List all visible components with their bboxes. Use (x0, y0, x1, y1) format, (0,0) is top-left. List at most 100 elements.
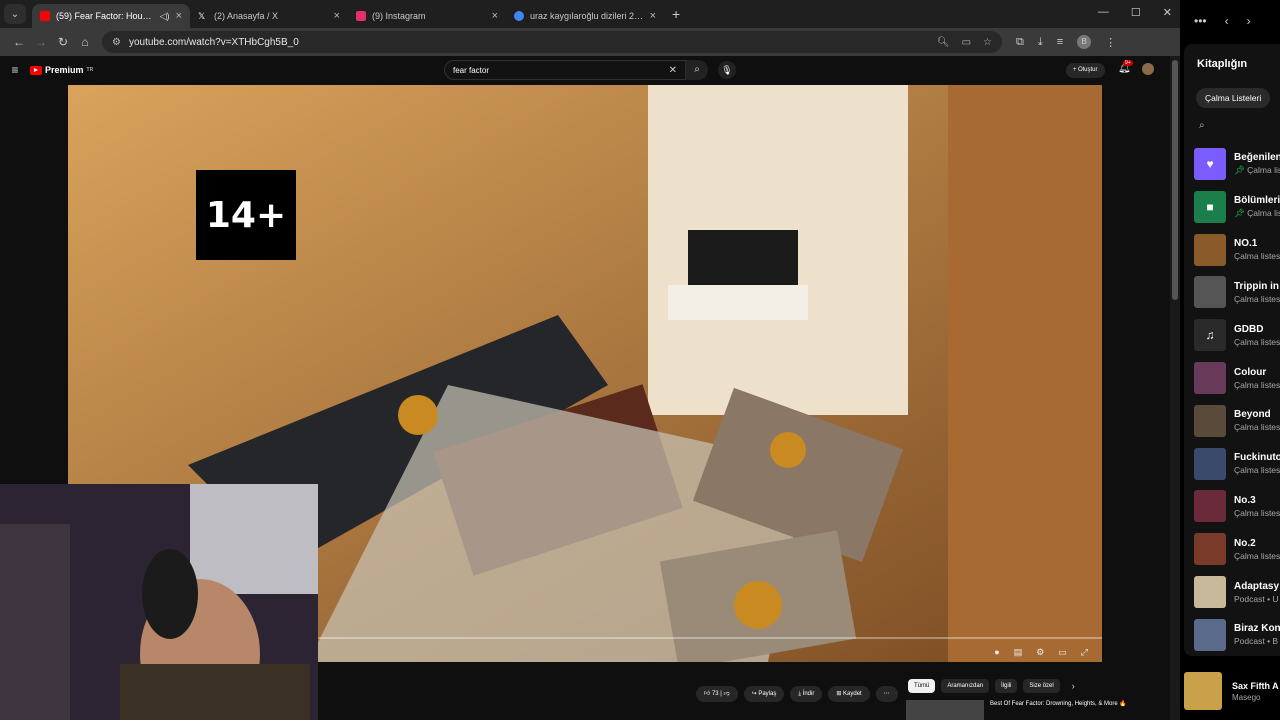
tab-x[interactable]: 𝕏 (2) Anasayfa / X × (190, 4, 348, 28)
chip-all[interactable]: Tümü (908, 679, 936, 693)
library-item-subtitle: 📌︎ Çalma listesi (1234, 208, 1280, 219)
library-item[interactable]: NO.1 Çalma listesi (1194, 232, 1280, 268)
library-item-name: NO.1 (1234, 238, 1258, 250)
library-item-type: Çalma listesi (1234, 379, 1280, 390)
media-control-icon[interactable]: ≡ (1057, 36, 1063, 48)
close-window-icon[interactable]: ✕ (1163, 6, 1172, 19)
like-button[interactable]: 👍︎ 73 | 👎︎ (696, 686, 738, 702)
recommended-video[interactable]: Best Of Fear Factor: Drowning, Heights, … (906, 700, 1127, 720)
fullscreen-icon[interactable]: ⤢ (1081, 647, 1088, 658)
library-item-type: Çalma listesi (1234, 336, 1280, 347)
search-input[interactable]: fear factor ✕ (444, 60, 686, 80)
youtube-logo[interactable]: Premium TR (30, 65, 93, 75)
library-item-name: Beyond (1234, 409, 1271, 421)
profile-avatar[interactable]: B (1077, 35, 1092, 49)
share-button[interactable]: ↪ Paylaş (743, 686, 785, 702)
recommended-thumbnail[interactable] (906, 700, 984, 720)
spotify-app: ••• ‹ › Kitaplığın Çalma Listeleri ⌕ ♥ Be… (1180, 0, 1280, 720)
tab-youtube[interactable]: (59) Fear Factor: House of F ◁) × (32, 4, 190, 28)
forward-icon[interactable]: → (30, 35, 52, 49)
bookmark-star-icon[interactable]: ☆ (983, 37, 992, 48)
autoplay-icon[interactable]: ● (994, 647, 999, 658)
new-tab-button[interactable]: + (672, 6, 680, 22)
chip-from-search[interactable]: Aramanızdan (941, 679, 990, 693)
library-item[interactable]: ♫ GDBD Çalma listesi (1194, 317, 1280, 353)
library-item-type: Çalma listesi (1234, 465, 1280, 476)
forward-arrow-icon[interactable]: › (1247, 14, 1251, 28)
window-controls: — ☐ ✕ (1098, 6, 1172, 19)
tab-title: (59) Fear Factor: House of F (56, 11, 156, 21)
tab-google[interactable]: uraz kaygılaroğlu dizileri 2026 × (506, 4, 664, 28)
library-item[interactable]: Adaptasy Podcast • U (1194, 574, 1280, 610)
settings-gear-icon[interactable]: ⚙ (1036, 647, 1044, 658)
hamburger-menu-icon[interactable]: ≡ (0, 63, 30, 77)
brand-text: Premium (45, 65, 84, 75)
extensions-icon[interactable]: ⧉ (1016, 36, 1024, 49)
cast-icon[interactable]: ▭ (962, 37, 971, 48)
maximize-icon[interactable]: ☐ (1131, 6, 1141, 19)
zoom-icon[interactable]: 🔍︎ (937, 37, 950, 48)
chip-related[interactable]: İlgili (995, 679, 1018, 693)
spotify-library: Kitaplığın Çalma Listeleri ⌕ ♥ Beğenilen 📌… (1184, 44, 1280, 656)
back-arrow-icon[interactable]: ‹ (1225, 14, 1229, 28)
reload-icon[interactable]: ↻ (52, 35, 74, 49)
download-icon[interactable]: ⤓ (1038, 36, 1043, 49)
library-item[interactable]: Biraz Kon Podcast • B (1194, 617, 1280, 653)
library-title[interactable]: Kitaplığın (1197, 58, 1247, 70)
library-item[interactable]: Trippin in Çalma listesi (1194, 274, 1280, 310)
theater-mode-icon[interactable]: ▭ (1058, 647, 1067, 658)
address-toolbar: ← → ↻ ⌂ ⚙ youtube.com/watch?v=XTHbCgh5B_… (0, 28, 1180, 56)
tab-title: (2) Anasayfa / X (214, 11, 279, 21)
voice-search-icon[interactable]: 🎙︎ (718, 61, 736, 79)
home-icon[interactable]: ⌂ (74, 35, 96, 49)
more-actions-button[interactable]: ⋯ (875, 686, 898, 702)
video-actions-area: 👍︎ 73 | 👎︎ ↪ Paylaş ⤓ İndir ⊞ Kaydet ⋯ T… (318, 662, 1170, 720)
library-item-subtitle: Çalma listesi (1234, 337, 1280, 347)
library-item[interactable]: No.2 Çalma listesi (1194, 531, 1280, 567)
library-item[interactable]: Colour Çalma listesi (1194, 360, 1280, 396)
download-button[interactable]: ⤓ İndir (790, 686, 823, 702)
library-item[interactable]: No.3 Çalma listesi (1194, 488, 1280, 524)
tab-search-button[interactable]: ⌄ (4, 4, 26, 24)
close-tab-icon[interactable]: × (176, 10, 182, 22)
youtube-favicon-icon (40, 11, 50, 21)
save-button[interactable]: ⊞ Kaydet (828, 686, 870, 702)
url-field[interactable]: ⚙ youtube.com/watch?v=XTHbCgh5B_0 🔍︎ ▭ ☆ (102, 31, 1002, 53)
playlists-filter-chip[interactable]: Çalma Listeleri (1196, 88, 1271, 108)
minimize-icon[interactable]: — (1098, 6, 1109, 19)
tab-instagram[interactable]: (9) Instagram × (348, 4, 506, 28)
account-avatar[interactable] (1142, 63, 1154, 75)
close-tab-icon[interactable]: × (650, 10, 656, 22)
site-info-icon[interactable]: ⚙ (112, 37, 121, 48)
library-item-name: Colour (1234, 366, 1267, 378)
close-tab-icon[interactable]: × (492, 10, 498, 22)
library-item-subtitle: Podcast • U (1234, 594, 1279, 604)
chevron-right-icon[interactable]: › (1072, 679, 1075, 693)
menu-dots-icon[interactable]: ••• (1194, 14, 1207, 28)
library-item[interactable]: ■Bölümlerin📌︎ Çalma listesi (1194, 189, 1280, 225)
clear-search-icon[interactable]: ✕ (669, 65, 677, 76)
library-item[interactable]: Fuckinuto Çalma listesi (1194, 446, 1280, 482)
close-tab-icon[interactable]: × (334, 10, 340, 22)
instagram-favicon-icon (356, 11, 366, 21)
back-icon[interactable]: ← (8, 35, 30, 49)
subtitles-icon[interactable]: ▤ (1014, 647, 1023, 658)
youtube-header: ≡ Premium TR fear factor ✕ ⌕ 🎙︎ + Oluştu… (0, 56, 1170, 84)
now-playing[interactable]: Sax Fifth A Masego (1184, 666, 1280, 716)
recommended-title[interactable]: Best Of Fear Factor: Drowning, Heights, … (990, 700, 1127, 720)
library-item[interactable]: ♥ Beğenilen 📌︎ Çalma listesi (1194, 146, 1280, 182)
notifications-icon[interactable]: 🔔︎ 9+ (1118, 60, 1133, 74)
now-playing-title: Sax Fifth A (1232, 680, 1279, 691)
page-scrollbar[interactable] (1170, 56, 1180, 720)
menu-kebab-icon[interactable]: ⋮ (1105, 36, 1116, 49)
library-item[interactable]: Beyond Çalma listesi (1194, 403, 1280, 439)
search-value: fear factor (453, 65, 490, 75)
library-search-icon[interactable]: ⌕ (1199, 120, 1205, 131)
chip-for-you[interactable]: Size özel (1023, 679, 1060, 693)
speaker-icon[interactable]: ◁) (160, 11, 170, 22)
scrollbar-thumb[interactable] (1172, 60, 1178, 300)
search-button[interactable]: ⌕ (686, 60, 708, 80)
library-item-name: Adaptasy (1234, 580, 1280, 592)
create-button[interactable]: + Oluştur (1066, 63, 1105, 78)
video-progress-bar[interactable] (318, 637, 1102, 639)
